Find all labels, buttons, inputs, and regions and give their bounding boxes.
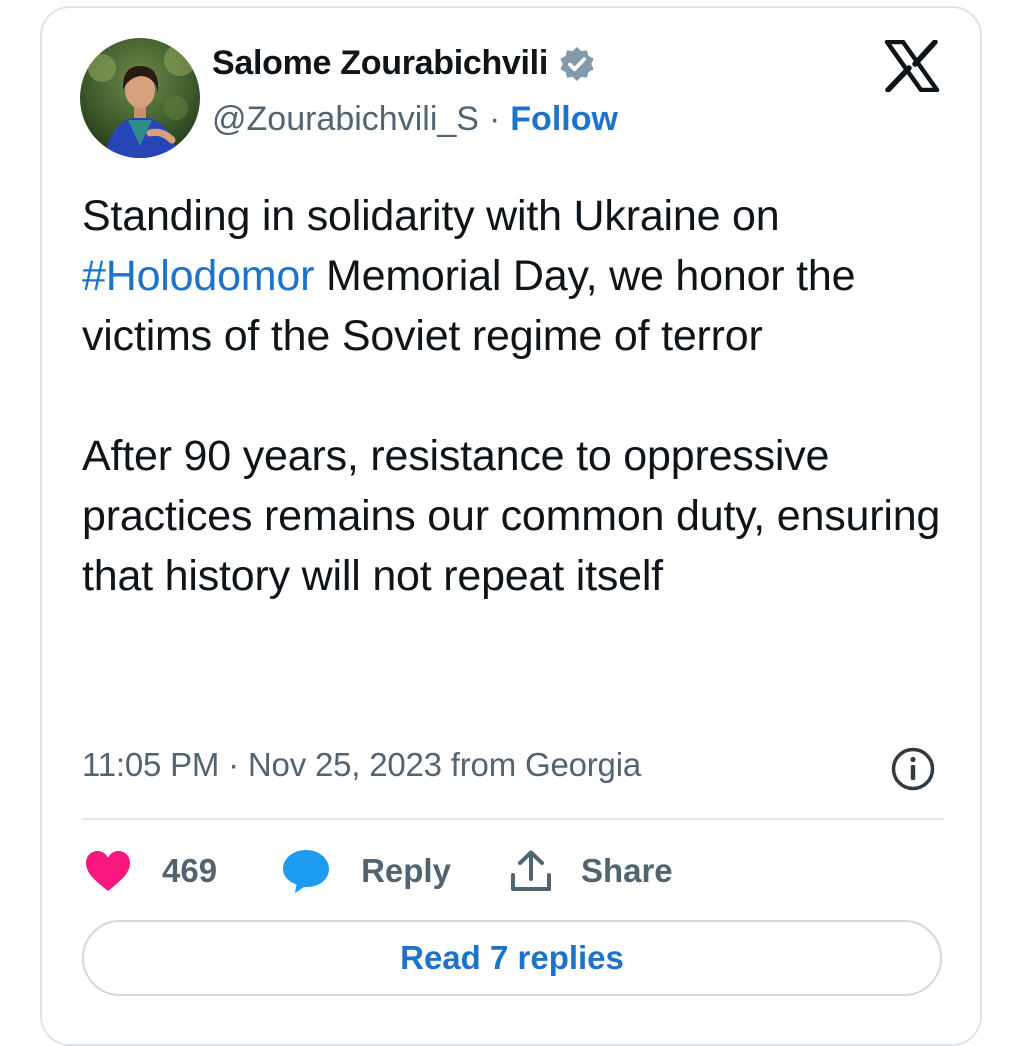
heart-icon bbox=[86, 851, 130, 891]
separator-dot: · bbox=[488, 100, 501, 138]
like-count: 469 bbox=[162, 852, 218, 889]
share-button[interactable]: Share bbox=[509, 849, 673, 893]
verified-badge-icon bbox=[560, 46, 594, 81]
read-replies-label: Read 7 replies bbox=[400, 939, 624, 976]
x-logo-icon[interactable] bbox=[884, 40, 940, 92]
share-upload-icon bbox=[510, 850, 551, 891]
tweet-text-prefix: Standing in solidarity with Ukraine on bbox=[82, 192, 780, 240]
tweet-paragraph-2: After 90 years, resistance to oppressive… bbox=[82, 432, 941, 600]
hashtag-link[interactable]: #Holodomor bbox=[82, 252, 314, 300]
tweet-timestamp[interactable]: 11:05 PM · Nov 25, 2023 from Georgia bbox=[82, 746, 641, 784]
like-button[interactable]: 469 bbox=[84, 849, 217, 893]
info-icon[interactable] bbox=[890, 746, 936, 792]
author-name-row: Salome Zourabichvili bbox=[212, 44, 596, 83]
follow-button[interactable]: Follow bbox=[510, 100, 618, 139]
author-name[interactable]: Salome Zourabichvili bbox=[212, 44, 548, 83]
author-handle[interactable]: @Zourabichvili_S bbox=[212, 100, 479, 139]
action-bar: 469 Reply Share bbox=[84, 846, 673, 896]
speech-bubble-icon bbox=[283, 850, 330, 893]
reply-button[interactable]: Reply bbox=[281, 848, 451, 894]
reply-label: Reply bbox=[361, 852, 451, 889]
avatar[interactable] bbox=[80, 38, 200, 158]
share-label: Share bbox=[580, 852, 673, 889]
tweet-paragraph-1: Standing in solidarity with Ukraine on #… bbox=[82, 186, 962, 366]
read-replies-button[interactable]: Read 7 replies bbox=[82, 920, 942, 996]
divider bbox=[82, 818, 944, 820]
tweet-text: Standing in solidarity with Ukraine on #… bbox=[82, 186, 962, 606]
author-handle-row: @Zourabichvili_S · Follow bbox=[212, 100, 618, 139]
